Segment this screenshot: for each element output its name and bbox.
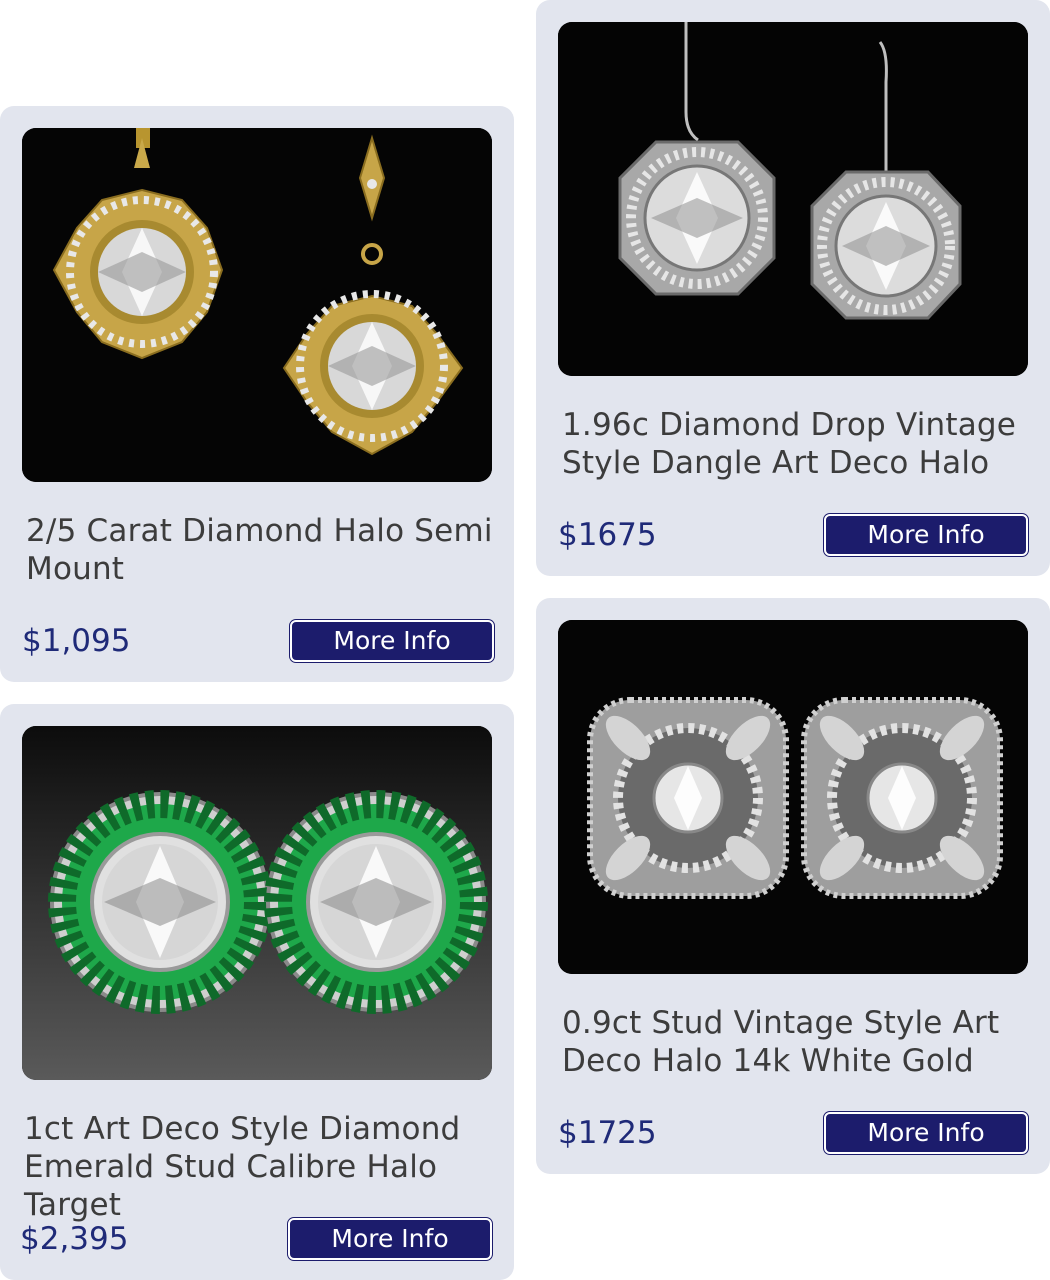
product-image[interactable]: [22, 726, 492, 1080]
product-title[interactable]: 0.9ct Stud Vintage Style Art Deco Halo 1…: [562, 1004, 1032, 1080]
product-image[interactable]: [558, 22, 1028, 376]
product-price: $2,395: [20, 1221, 129, 1257]
product-title[interactable]: 1ct Art Deco Style Diamond Emerald Stud …: [24, 1110, 494, 1224]
more-info-button[interactable]: More Info: [824, 514, 1028, 556]
product-image[interactable]: [558, 620, 1028, 974]
product-price: $1725: [558, 1115, 657, 1151]
more-info-button[interactable]: More Info: [290, 620, 494, 662]
product-card: 1.96c Diamond Drop Vintage Style Dangle …: [536, 0, 1050, 576]
product-title[interactable]: 1.96c Diamond Drop Vintage Style Dangle …: [562, 406, 1032, 482]
product-image[interactable]: [22, 128, 492, 482]
gold-halo-dangle-earrings-photo: [22, 128, 492, 482]
more-info-button[interactable]: More Info: [288, 1218, 492, 1260]
more-info-button[interactable]: More Info: [824, 1112, 1028, 1154]
product-card: 2/5 Carat Diamond Halo Semi Mount $1,095…: [0, 106, 514, 682]
octagon-halo-drop-earrings-photo: [558, 22, 1028, 376]
product-price: $1,095: [22, 623, 131, 659]
emerald-halo-stud-earrings-photo: [22, 726, 492, 1080]
product-card: 0.9ct Stud Vintage Style Art Deco Halo 1…: [536, 598, 1050, 1174]
product-price: $1675: [558, 517, 657, 553]
product-title[interactable]: 2/5 Carat Diamond Halo Semi Mount: [26, 512, 496, 588]
product-card: 1ct Art Deco Style Diamond Emerald Stud …: [0, 704, 514, 1280]
art-deco-stud-earrings-photo: [558, 620, 1028, 974]
